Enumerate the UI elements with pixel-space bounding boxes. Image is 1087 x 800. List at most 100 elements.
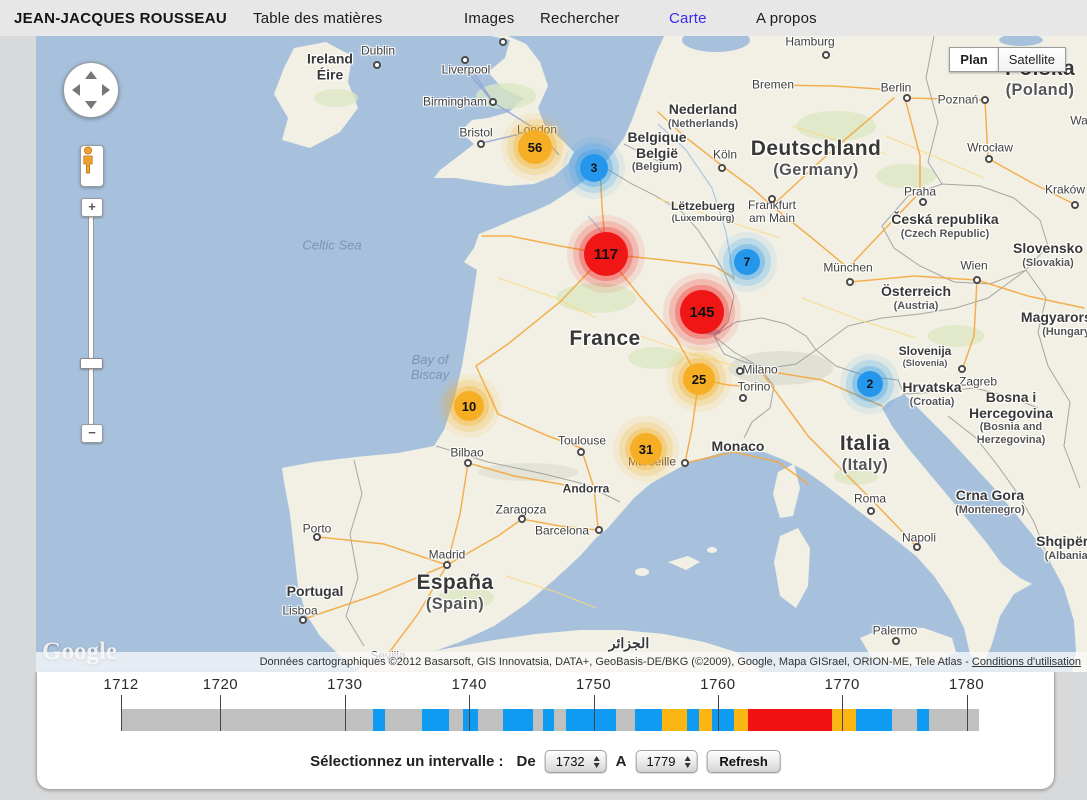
timeline-year-label-1770: 1770 <box>825 676 860 693</box>
nav-item-table-des-mati-res[interactable]: Table des matières <box>253 10 383 27</box>
timeline-segment-20-yellow <box>832 709 856 731</box>
timeline-segment-3-blue <box>422 709 449 731</box>
pan-left-arrow[interactable] <box>72 84 80 96</box>
to-year-select[interactable]: 1779 <box>636 750 698 773</box>
pan-up-arrow[interactable] <box>85 71 97 79</box>
city-label-praha: Praha <box>904 185 936 198</box>
to-year-value: 1779 <box>647 754 676 769</box>
pan-right-arrow[interactable] <box>102 84 110 96</box>
city-label-toulouse: Toulouse <box>558 434 606 447</box>
cluster-marker-25[interactable]: 25 <box>683 363 715 395</box>
city-dot-wien <box>973 276 981 284</box>
timeline-segment-15-blue <box>687 709 699 731</box>
timeline-segment-24-gray <box>929 709 979 731</box>
country-label-esk-republika: Česká republika(Czech Republic) <box>891 212 998 240</box>
city-label-torino: Torino <box>738 380 771 393</box>
country-label-belgique-belgi: Belgique België(Belgium) <box>627 130 686 174</box>
country-label-hrvatska: Hrvatska(Croatia) <box>902 380 961 408</box>
city-label-milano: Milano <box>742 363 777 376</box>
timeline-tick-1780 <box>967 695 968 731</box>
cluster-marker-7[interactable]: 7 <box>734 249 760 275</box>
pan-control[interactable] <box>63 62 119 118</box>
cluster-marker-10[interactable]: 10 <box>454 391 484 421</box>
cluster-marker-56[interactable]: 56 <box>518 130 552 164</box>
country-label-crna-gora: Crna Gora(Montenegro) <box>955 488 1025 516</box>
cluster-marker-145[interactable]: 145 <box>680 290 724 334</box>
zoom-slider-handle[interactable] <box>80 358 103 369</box>
nav-item-carte[interactable]: Carte <box>669 10 707 27</box>
city-dot-bilbao <box>464 459 472 467</box>
map-type-plan-button[interactable]: Plan <box>949 47 997 72</box>
map-type-satellite-button[interactable]: Satellite <box>998 47 1066 72</box>
city-dot-praha <box>919 198 927 206</box>
city-dot-madrid <box>443 561 451 569</box>
site-title[interactable]: JEAN-JACQUES ROUSSEAU <box>14 10 227 27</box>
nav-item-images[interactable]: Images <box>464 10 514 27</box>
cluster-marker-2[interactable]: 2 <box>857 371 883 397</box>
city-dot-zaragoza <box>518 515 526 523</box>
city-dot-birmingham <box>489 98 497 106</box>
city-dot-pozna <box>981 96 989 104</box>
city-dot-wroc-aw <box>985 155 993 163</box>
top-nav: JEAN-JACQUES ROUSSEAU Table des matières… <box>0 0 1087 36</box>
nav-item-rechercher[interactable]: Rechercher <box>540 10 620 27</box>
zoom-track <box>88 216 94 426</box>
timeline-tick-1740 <box>469 695 470 731</box>
city-dot-berlin <box>903 94 911 102</box>
map-canvas[interactable]: Ireland ÉireNederland(Netherlands)Belgiq… <box>36 36 1087 672</box>
city-dot-bristol <box>477 140 485 148</box>
interval-controls: Sélectionnez un intervalle : De 1732 A 1… <box>310 750 781 773</box>
timeline-segment-4-gray <box>449 709 463 731</box>
terms-link[interactable]: Conditions d'utilisation <box>972 656 1081 668</box>
timeline-tick-1712 <box>121 695 122 731</box>
pegman-streetview-button[interactable] <box>80 145 104 187</box>
city-dot-k-ln <box>718 164 726 172</box>
city-dot-liverpool <box>461 56 469 64</box>
country-label-italia: Italia(Italy) <box>840 432 890 474</box>
timeline-segment-21-blue <box>856 709 892 731</box>
city-label-hamburg: Hamburg <box>785 36 834 49</box>
country-label-bosna-i-hercegovina: Bosna i Hercegovina(Bosnia and Herzegovi… <box>969 390 1053 446</box>
refresh-button[interactable]: Refresh <box>706 750 780 773</box>
cluster-marker-117[interactable]: 117 <box>584 232 628 276</box>
zoom-out-button[interactable]: − <box>81 424 103 443</box>
cluster-marker-3[interactable]: 3 <box>580 154 608 182</box>
city-dot-porto <box>313 533 321 541</box>
timeline-tick-1730 <box>345 695 346 731</box>
from-label: De <box>517 753 536 770</box>
timeline-segment-1-blue <box>373 709 384 731</box>
zoom-in-button[interactable]: + <box>81 198 103 217</box>
timeline-tick-1760 <box>718 695 719 731</box>
city-label-m-nchen: München <box>823 261 872 274</box>
timeline-segment-10-gray <box>554 709 566 731</box>
from-year-select[interactable]: 1732 <box>545 750 607 773</box>
timeline-year-label-1740: 1740 <box>451 676 486 693</box>
city-label-birmingham: Birmingham <box>423 95 487 108</box>
country-label-deutschland: Deutschland(Germany) <box>751 137 881 179</box>
attribution-text: Données cartographiques ©2012 Basarsoft,… <box>260 656 972 668</box>
timeline-panel: 17121720173017401750176017701780 Sélecti… <box>36 672 1055 790</box>
country-label-label: الجزائر <box>609 636 649 652</box>
city-dot-zagreb <box>958 365 966 373</box>
city-dot-toulouse <box>577 448 585 456</box>
timeline-segment-2-gray <box>385 709 422 731</box>
country-label-slovensko: Slovensko(Slovakia) <box>1013 241 1083 269</box>
city-label-warszawa: Warszawa <box>1070 114 1087 127</box>
city-label-madrid: Madrid <box>429 548 466 561</box>
country-label-ireland-ire: Ireland Éire <box>307 51 353 82</box>
city-dot-hamburg <box>822 51 830 59</box>
nav-item-a-propos[interactable]: A propos <box>756 10 817 27</box>
timeline-segment-8-gray <box>533 709 543 731</box>
timeline-segment-23-blue <box>917 709 929 731</box>
city-dot-roma <box>867 507 875 515</box>
city-label-k-ln: Köln <box>713 148 737 161</box>
city-label-pozna: Poznań <box>938 93 979 106</box>
timeline-tick-1750 <box>594 695 595 731</box>
cluster-marker-31[interactable]: 31 <box>630 433 662 465</box>
city-dot-lisboa <box>299 616 307 624</box>
city-label-berlin: Berlin <box>881 81 912 94</box>
timeline-segment-12-gray <box>616 709 635 731</box>
city-dot-palermo <box>892 637 900 645</box>
timeline-year-label-1750: 1750 <box>576 676 611 693</box>
pan-down-arrow[interactable] <box>85 101 97 109</box>
